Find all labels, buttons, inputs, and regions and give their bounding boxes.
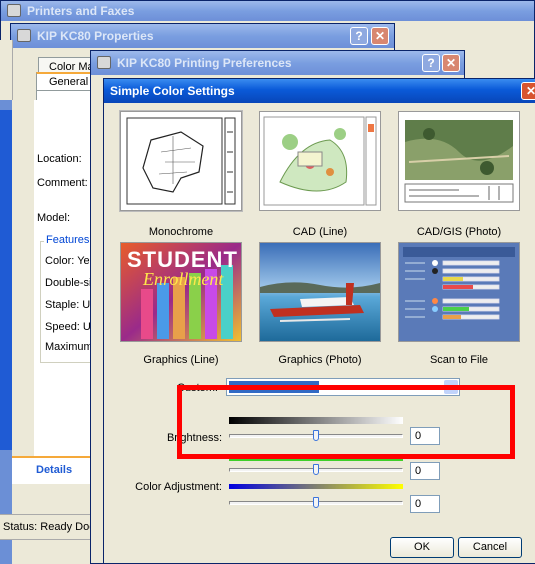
preset-scan-to-file[interactable] [398, 242, 520, 342]
color-adjustment-label: Color Adjustment: [135, 481, 222, 493]
green-slider-knob[interactable] [313, 464, 319, 475]
preset-cad-line[interactable] [259, 111, 381, 211]
preset-cad-gis[interactable] [398, 111, 520, 211]
graphics-photo-thumbnail [260, 243, 380, 341]
preset-monochrome[interactable] [119, 110, 243, 212]
help-button[interactable]: ? [422, 54, 440, 72]
close-button[interactable]: ✕ [521, 82, 535, 100]
preset-scan-to-file-label: Scan to File [429, 354, 489, 366]
cad-line-thumbnail [260, 112, 380, 210]
enrollment-text: Enrollment [143, 269, 224, 289]
simple-color-window: Simple Color Settings ✕ Monochrome CAD (… [103, 78, 535, 564]
ok-button[interactable]: OK [390, 537, 454, 558]
features-label: Features [44, 234, 92, 246]
close-button[interactable]: ✕ [442, 54, 460, 72]
location-label: Location: [37, 153, 82, 165]
help-button[interactable]: ? [350, 27, 368, 45]
details-label: Details [36, 464, 73, 476]
green-input[interactable]: 0 [410, 462, 440, 480]
preset-cad-gis-label: CAD/GIS (Photo) [416, 226, 502, 238]
preset-graphics-line[interactable]: STUDENT Enrollment [120, 242, 242, 342]
printer-icon [17, 29, 31, 42]
left-pane-ruler [0, 40, 13, 100]
yellow-input[interactable]: 0 [410, 495, 440, 513]
properties-titlebar: KIP KC80 Properties ? ✕ [11, 24, 394, 48]
simple-color-titlebar: Simple Color Settings ✕ [104, 79, 535, 103]
left-pane-blue-strip [0, 110, 12, 450]
preferences-title: KIP KC80 Printing Preferences [117, 56, 292, 70]
close-button[interactable]: ✕ [371, 27, 389, 45]
scan-to-file-thumbnail [399, 243, 519, 341]
cad-gis-thumbnail [399, 112, 519, 210]
preset-graphics-photo[interactable] [259, 242, 381, 342]
model-label: Model: [37, 212, 71, 224]
blue-yellow-gradient [229, 484, 403, 489]
highlight-box [177, 385, 515, 459]
preset-cad-line-label: CAD (Line) [292, 226, 348, 238]
comment-label: Comment: [37, 177, 88, 189]
simple-color-title: Simple Color Settings [110, 84, 235, 98]
monochrome-thumbnail [121, 112, 241, 210]
preset-graphics-line-label: Graphics (Line) [143, 354, 219, 366]
printer-icon [7, 4, 21, 17]
properties-title: KIP KC80 Properties [37, 29, 154, 43]
printer-icon [97, 56, 111, 69]
cancel-button[interactable]: Cancel [458, 537, 522, 558]
printers-faxes-title: Printers and Faxes [27, 4, 135, 18]
printers-faxes-titlebar: Printers and Faxes [1, 1, 534, 21]
yellow-slider-knob[interactable] [313, 497, 319, 508]
preset-monochrome-label: Monochrome [148, 226, 214, 238]
preset-graphics-photo-label: Graphics (Photo) [278, 354, 362, 366]
preferences-titlebar: KIP KC80 Printing Preferences ? ✕ [91, 51, 464, 75]
